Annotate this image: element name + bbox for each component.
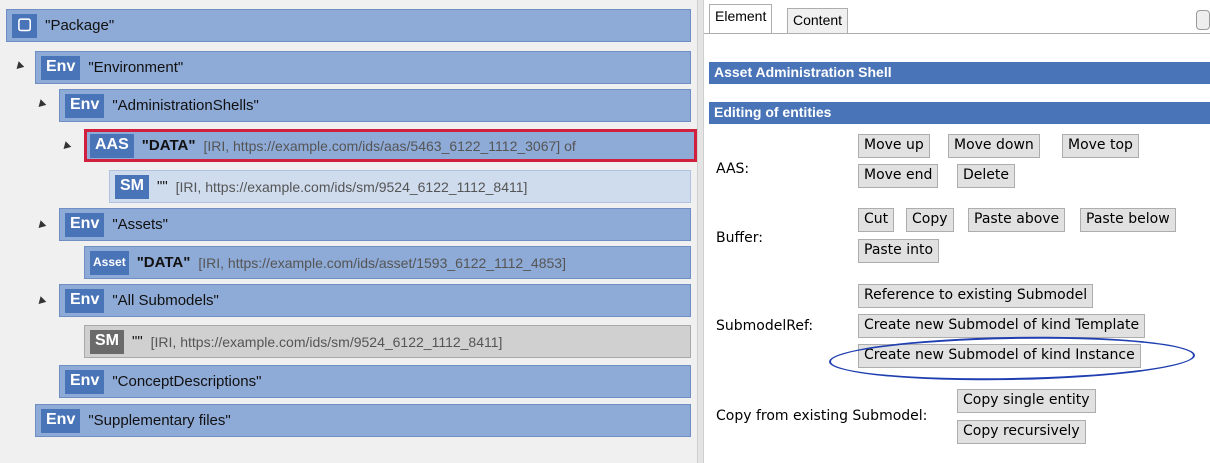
reference-existing-submodel-button[interactable]: Reference to existing Submodel	[858, 284, 1094, 308]
tree-node-title: "ConceptDescriptions"	[112, 373, 262, 390]
tree-node-assets[interactable]: Env "Assets"	[59, 208, 691, 241]
copy-row-label: Copy from existing Submodel:	[716, 408, 928, 424]
tree-node-title: "Environment"	[88, 59, 184, 76]
tree-node-title: "Assets"	[112, 216, 169, 233]
section-header-editing: Editing of entities	[709, 102, 1210, 124]
asset-icon: Asset	[90, 250, 129, 275]
move-down-button[interactable]: Move down	[948, 134, 1040, 158]
tree-node-concept-descriptions[interactable]: Env "ConceptDescriptions"	[59, 365, 691, 398]
tree-node-title: "DATA"	[136, 254, 191, 271]
expand-arrow-icon[interactable]	[35, 99, 47, 110]
env-icon: Env	[65, 369, 105, 394]
submodelref-row-label: SubmodelRef:	[716, 318, 814, 334]
aas-row-label: AAS:	[716, 161, 750, 177]
env-icon: Env	[65, 93, 105, 118]
env-icon: Env	[65, 212, 105, 237]
aas-icon: AAS	[90, 133, 134, 158]
tree-node-info: [IRI, https://example.com/ids/asset/1593…	[198, 254, 566, 271]
move-top-button[interactable]: Move top	[1062, 134, 1139, 158]
tree-node-info: [IRI, https://example.com/ids/sm/9524_61…	[150, 333, 503, 350]
tree-node-title: "AdministrationShells"	[112, 97, 259, 114]
section-header-aas: Asset Administration Shell	[709, 62, 1210, 84]
package-icon: ▢	[12, 13, 38, 38]
tree-node-aas-data[interactable]: AAS "DATA" [IRI, https://example.com/ids…	[84, 129, 697, 162]
paste-below-button[interactable]: Paste below	[1080, 208, 1176, 232]
tree-node-supplementary-files[interactable]: Env "Supplementary files"	[35, 404, 691, 437]
submodel-icon: SM	[90, 329, 124, 354]
tree-node-package[interactable]: ▢ "Package"	[6, 9, 691, 42]
delete-button[interactable]: Delete	[957, 164, 1015, 188]
move-end-button[interactable]: Move end	[858, 164, 939, 188]
tab-divider	[704, 33, 1210, 34]
expand-arrow-icon[interactable]	[35, 220, 47, 231]
tree-node-info: [IRI, https://example.com/ids/aas/5463_6…	[203, 137, 576, 154]
tree-node-info: [IRI, https://example.com/ids/sm/9524_61…	[175, 178, 528, 195]
env-icon: Env	[41, 55, 81, 80]
tab-content[interactable]: Content	[787, 8, 849, 34]
tree-node-title: "Supplementary files"	[88, 412, 231, 429]
env-icon: Env	[65, 288, 105, 313]
move-up-button[interactable]: Move up	[858, 134, 930, 158]
tree-node-asset-data[interactable]: Asset "DATA" [IRI, https://example.com/i…	[84, 246, 691, 279]
buffer-row-label: Buffer:	[716, 230, 763, 246]
copy-button[interactable]: Copy	[906, 208, 954, 232]
tree-node-title: "Package"	[45, 17, 115, 34]
tab-element[interactable]: Element	[709, 4, 773, 34]
expand-arrow-icon[interactable]	[13, 61, 25, 72]
tree-node-all-submodels[interactable]: Env "All Submodels"	[59, 284, 691, 317]
entity-tree[interactable]: ▢ "Package" Env "Environment" Env "Admin…	[0, 0, 697, 463]
tab-scroll-button[interactable]	[1196, 10, 1210, 30]
cut-button[interactable]: Cut	[858, 208, 895, 232]
copy-recursively-button[interactable]: Copy recursively	[957, 420, 1086, 444]
tree-node-title: "All Submodels"	[112, 292, 219, 309]
env-icon: Env	[41, 408, 81, 433]
editor-panel: Element Content Asset Administration She…	[704, 0, 1210, 463]
copy-single-entity-button[interactable]: Copy single entity	[957, 389, 1096, 413]
tree-node-title: ""	[157, 178, 168, 195]
tree-node-title: "DATA"	[141, 137, 196, 154]
panel-splitter[interactable]	[697, 0, 704, 463]
tab-bar: Element Content	[704, 0, 1210, 34]
expand-arrow-icon[interactable]	[60, 141, 72, 152]
tree-node-title: ""	[132, 333, 143, 350]
tree-node-administration-shells[interactable]: Env "AdministrationShells"	[59, 89, 691, 122]
paste-above-button[interactable]: Paste above	[968, 208, 1066, 232]
create-instance-submodel-button[interactable]: Create new Submodel of kind Instance	[858, 344, 1141, 368]
expand-arrow-icon[interactable]	[35, 296, 47, 307]
submodel-icon: SM	[115, 174, 149, 199]
tree-node-environment[interactable]: Env "Environment"	[35, 51, 691, 84]
create-template-submodel-button[interactable]: Create new Submodel of kind Template	[858, 314, 1146, 338]
tree-node-submodel-ref[interactable]: SM "" [IRI, https://example.com/ids/sm/9…	[109, 170, 691, 203]
paste-into-button[interactable]: Paste into	[858, 239, 940, 263]
tree-node-submodel[interactable]: SM "" [IRI, https://example.com/ids/sm/9…	[84, 325, 691, 358]
